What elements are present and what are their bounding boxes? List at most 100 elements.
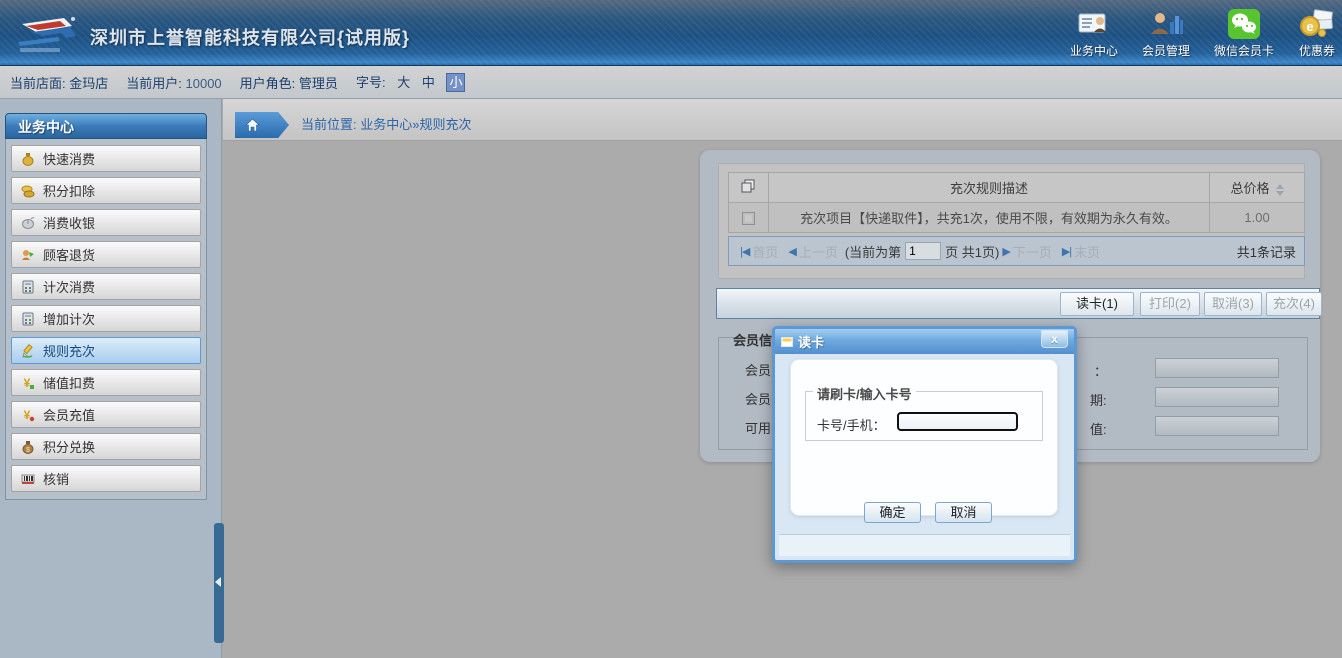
sidebar-item-label: 消费收银 (43, 213, 95, 232)
font-size-small-selected[interactable]: 小 (446, 73, 465, 92)
card-number-input[interactable] (897, 412, 1018, 431)
first-page-icon[interactable]: |◀ (740, 245, 749, 258)
svg-text:$: $ (26, 447, 30, 454)
fontsize-label: 字号: (356, 75, 386, 90)
coupon-icon: e (1298, 8, 1336, 40)
sidebar-item-member-recharge[interactable]: ¥ 会员充值 (11, 401, 201, 428)
sidebar-item-label: 快速消费 (43, 149, 95, 168)
nav-label: 会员管理 (1142, 42, 1190, 59)
nav-wechat-member-card[interactable]: 微信会员卡 (1214, 8, 1274, 59)
sidebar-item-label: 核销 (43, 469, 69, 488)
sidebar-item-label: 会员充值 (43, 405, 95, 424)
dialog-cancel-button[interactable]: 取消 (935, 502, 992, 523)
sidebar-item-label: 规则充次 (43, 341, 95, 360)
next-page-label[interactable]: 下一页 (1013, 242, 1052, 261)
cancel-button[interactable]: 取消(3) (1204, 292, 1262, 316)
sidebar-item-label: 增加计次 (43, 309, 95, 328)
table-header-row: 充次规则描述 总价格 (729, 173, 1305, 203)
user-label: 当前用户: (126, 76, 182, 91)
business-center-icon (1075, 8, 1113, 40)
status-bar: 当前店面: 金玛店 当前用户: 10000 用户角色: 管理员 字号: 大 中 … (0, 66, 1342, 99)
sidebar-item-verify[interactable]: 核销 (11, 465, 201, 492)
font-size-large[interactable]: 大 (397, 75, 410, 90)
row-checkbox-cell[interactable] (729, 203, 769, 233)
select-all-icon (741, 179, 756, 194)
recharge-button[interactable]: 充次(4) (1266, 292, 1322, 316)
column-header-description[interactable]: 充次规则描述 (768, 173, 1209, 203)
breadcrumb-page: 规则充次 (420, 117, 472, 132)
role-value: 管理员 (299, 76, 338, 91)
read-card-button[interactable]: 读卡(1) (1060, 292, 1134, 316)
sidebar-item-add-count[interactable]: 增加计次 (11, 305, 201, 332)
sidebar-item-points-deduct[interactable]: 积分扣除 (11, 177, 201, 204)
store-value: 金玛店 (69, 76, 108, 91)
breadcrumb-separator: » (412, 117, 419, 132)
sidebar-item-label: 储值扣费 (43, 373, 95, 392)
column-header-price[interactable]: 总价格 (1210, 173, 1305, 203)
sidebar-item-cashier[interactable]: 消费收银 (11, 209, 201, 236)
sidebar-item-points-exchange[interactable]: $ 积分兑换 (11, 433, 201, 460)
nav-label: 微信会员卡 (1214, 42, 1274, 59)
nav-business-center[interactable]: 业务中心 (1070, 8, 1118, 59)
collapse-arrow-icon (215, 577, 221, 587)
sidebar-item-customer-return[interactable]: 顾客退货 (11, 241, 201, 268)
prev-page-label[interactable]: 上一页 (799, 242, 838, 261)
nav-member-management[interactable]: 会员管理 (1142, 8, 1190, 59)
ok-button[interactable]: 确定 (864, 502, 921, 523)
sidebar-item-fast-consume[interactable]: 快速消费 (11, 145, 201, 172)
first-page-label[interactable]: 首页 (752, 242, 778, 261)
app-header: 深圳市上誉智能科技有限公司{试用版} 业务中心 会员管理 (0, 0, 1342, 66)
return-person-icon (21, 248, 35, 262)
breadcrumb-section[interactable]: 业务中心 (360, 117, 412, 132)
member-field-label: 会员 (745, 360, 771, 379)
home-button[interactable] (235, 112, 289, 138)
next-page-icon[interactable]: ▶ (1002, 245, 1009, 258)
svg-text:¥: ¥ (24, 408, 31, 422)
member-field-label: 值: (1090, 419, 1107, 438)
close-icon[interactable]: x (1041, 330, 1068, 348)
sidebar-item-count-consume[interactable]: 计次消费 (11, 273, 201, 300)
sort-icon[interactable] (1276, 184, 1284, 196)
dialog-titlebar[interactable]: 读卡 (775, 329, 1074, 354)
member-info-field (1155, 416, 1279, 436)
select-all-header[interactable] (729, 173, 769, 203)
sidebar-item-label: 计次消费 (43, 277, 95, 296)
rules-table: 充次规则描述 总价格 充次项目【快递取件】，共充1次，使用不限，有效期为永久有效… (728, 172, 1305, 233)
table-row[interactable]: 充次项目【快递取件】，共充1次，使用不限，有效期为永久有效。 1.00 (729, 203, 1305, 233)
calculator-icon (21, 280, 35, 294)
print-button[interactable]: 打印(2) (1140, 292, 1200, 316)
svg-text:e: e (1306, 19, 1313, 34)
sidebar-item-rule-recharge[interactable]: 规则充次 (11, 337, 201, 364)
column-header-label: 充次规则描述 (950, 181, 1028, 196)
svg-text:¥: ¥ (24, 376, 31, 390)
row-checkbox[interactable] (742, 212, 755, 225)
member-field-label: 可用 (745, 418, 771, 437)
dialog-title: 读卡 (798, 332, 824, 351)
pagination-bar: |◀ 首页 ◀ 上一页 (当前为第 页 共1页) ▶ 下一页 ▶| 末页 共1条… (728, 236, 1305, 266)
nav-label: 优惠券 (1299, 42, 1335, 59)
nav-coupon[interactable]: e 优惠券 (1298, 8, 1336, 59)
member-info-field (1155, 387, 1279, 407)
current-page-prefix: (当前为第 (845, 242, 901, 261)
last-page-label[interactable]: 末页 (1074, 242, 1100, 261)
rule-description-cell: 充次项目【快递取件】，共充1次，使用不限，有效期为永久有效。 (768, 203, 1209, 233)
sidebar-item-label: 积分兑换 (43, 437, 95, 456)
sidebar-item-label: 顾客退货 (43, 245, 95, 264)
sidebar-item-label: 积分扣除 (43, 181, 95, 200)
brown-moneybag-icon: $ (21, 440, 35, 454)
moneybag-icon (21, 152, 35, 166)
member-field-label: 会员 (745, 389, 771, 408)
last-page-icon[interactable]: ▶| (1062, 245, 1071, 258)
window-icon (781, 337, 793, 347)
prev-page-icon[interactable]: ◀ (788, 245, 795, 258)
breadcrumb-bar: 当前位置: 业务中心»规则充次 (223, 99, 1342, 141)
card-number-label: 卡号/手机： (817, 415, 886, 434)
font-size-medium[interactable]: 中 (422, 75, 435, 90)
page-number-input[interactable] (905, 242, 941, 260)
sidebar-item-stored-value-deduct[interactable]: ¥ 储值扣费 (11, 369, 201, 396)
member-management-icon (1147, 8, 1185, 40)
mouse-icon (21, 216, 35, 230)
role-label: 用户角色: (240, 76, 296, 91)
dialog-body: 请刷卡/输入卡号 卡号/手机： 确定 取消 (790, 359, 1058, 516)
sidebar-collapse-handle[interactable] (214, 523, 224, 643)
